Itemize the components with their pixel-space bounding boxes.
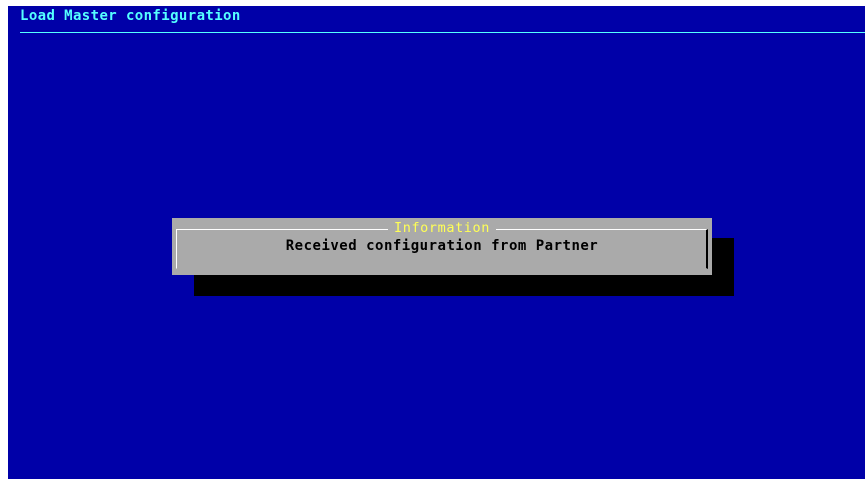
information-dialog: Information Received configuration from … bbox=[172, 218, 712, 275]
dialog-title-wrap: Information bbox=[172, 220, 712, 236]
terminal-screen: Load Master configuration Information Re… bbox=[8, 6, 865, 479]
title-divider bbox=[20, 32, 865, 33]
dialog-title: Information bbox=[387, 220, 496, 236]
dialog-message: Received configuration from Partner bbox=[285, 238, 599, 254]
screen-title: Load Master configuration bbox=[20, 8, 241, 24]
